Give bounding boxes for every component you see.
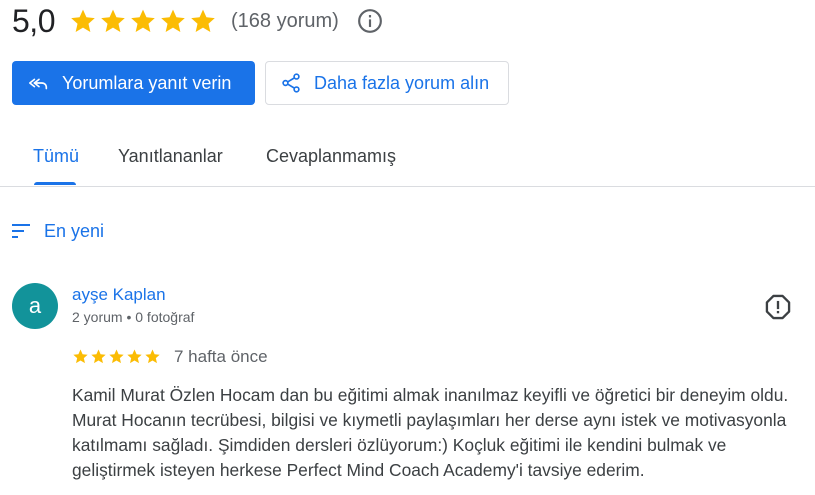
share-icon xyxy=(280,72,302,94)
star-icon xyxy=(191,9,215,32)
sort-label: En yeni xyxy=(44,220,105,241)
reply-to-reviews-button[interactable]: Yorumlara yanıt verin xyxy=(12,61,255,105)
star-icon xyxy=(161,9,185,32)
star-icon xyxy=(109,349,124,364)
info-icon[interactable] xyxy=(357,8,383,34)
tab-unanswered[interactable]: Cevaplanmamış xyxy=(266,146,396,167)
review-time: 7 hafta önce xyxy=(174,347,268,366)
review-count: (168 yorum) xyxy=(230,9,339,32)
active-tab-indicator xyxy=(34,182,76,185)
star-icon xyxy=(73,349,88,364)
tab-all[interactable]: Tümü xyxy=(33,146,79,167)
more-reviews-label: Daha fazla yorum alın xyxy=(314,72,490,93)
reply-button-label: Yorumlara yanıt verin xyxy=(62,72,232,93)
review-filter-tabs: Tümü Yanıtlananlar Cevaplanmamış xyxy=(0,128,815,187)
avatar[interactable]: a xyxy=(12,283,58,329)
reply-all-icon xyxy=(28,72,50,94)
get-more-reviews-button[interactable]: Daha fazla yorum alın xyxy=(265,61,509,105)
star-icon xyxy=(91,349,106,364)
rating-value: 5,0 xyxy=(12,2,55,39)
reviewer-name[interactable]: ayşe Kaplan xyxy=(72,285,166,305)
review-text: Kamil Murat Özlen Hocam dan bu eğitimi a… xyxy=(72,385,789,480)
star-icon xyxy=(101,9,125,32)
star-icon xyxy=(127,349,142,364)
star-icon xyxy=(71,9,95,32)
star-icon xyxy=(131,9,155,32)
sort-button[interactable]: En yeni xyxy=(12,218,104,244)
report-icon[interactable] xyxy=(764,293,792,321)
tab-answered[interactable]: Yanıtlananlar xyxy=(118,146,223,167)
star-icon xyxy=(145,349,160,364)
reviewer-meta: 2 yorum • 0 fotoğraf xyxy=(72,309,195,325)
sort-icon xyxy=(12,223,32,239)
rating-summary: 5,0 (168 yorum) xyxy=(12,0,383,42)
review-stars xyxy=(72,348,161,365)
info-icon-glyph xyxy=(357,9,382,33)
rating-stars xyxy=(69,7,217,35)
